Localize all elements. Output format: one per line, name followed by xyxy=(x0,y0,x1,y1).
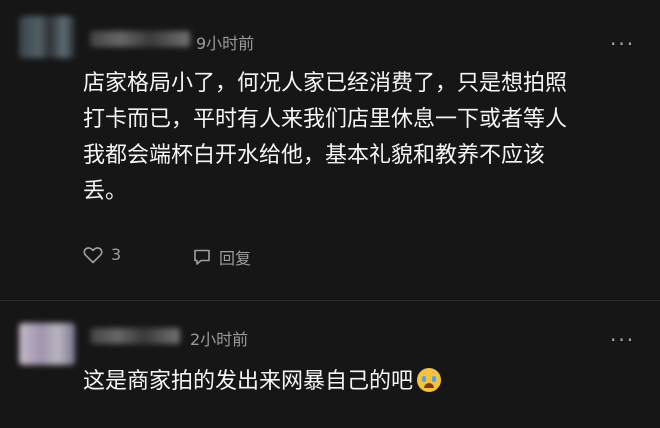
comment-timestamp: 9小时前 xyxy=(196,34,255,53)
speech-bubble-icon xyxy=(194,249,210,265)
reply-label: 回复 xyxy=(219,249,252,268)
comment-text-line: 丢。 xyxy=(83,179,128,204)
like-count: 3 xyxy=(111,245,122,264)
comment-text-line: 店家格局小了，何况人家已经消费了，只是想拍照 xyxy=(83,71,568,96)
comment-text-line: 我都会端杯白开水给他，基本礼貌和教养不应该 xyxy=(83,143,546,168)
more-options-icon[interactable]: ··· xyxy=(610,34,635,54)
avatar[interactable] xyxy=(19,16,75,58)
comment-text-line: 打卡而已，平时有人来我们店里休息一下或者等人 xyxy=(83,107,568,132)
comment-text: 这是商家拍的发出来网暴自己的吧 xyxy=(83,364,623,400)
username-blurred[interactable] xyxy=(90,31,190,47)
crying-laughing-emoji xyxy=(417,368,442,392)
like-button[interactable]: 3 xyxy=(83,245,121,264)
username-blurred[interactable] xyxy=(90,328,180,344)
more-options-icon[interactable]: ··· xyxy=(610,330,635,350)
reply-button[interactable]: 回复 xyxy=(193,245,251,269)
avatar[interactable] xyxy=(19,323,75,365)
comment-divider xyxy=(0,300,660,301)
comment-timestamp: 2小时前 xyxy=(190,330,249,349)
comment-text: 店家格局小了，何况人家已经消费了，只是想拍照 打卡而已，平时有人来我们店里休息一… xyxy=(83,66,623,210)
comment-text-content: 这是商家拍的发出来网暴自己的吧 xyxy=(83,369,414,394)
heart-icon xyxy=(83,246,103,263)
